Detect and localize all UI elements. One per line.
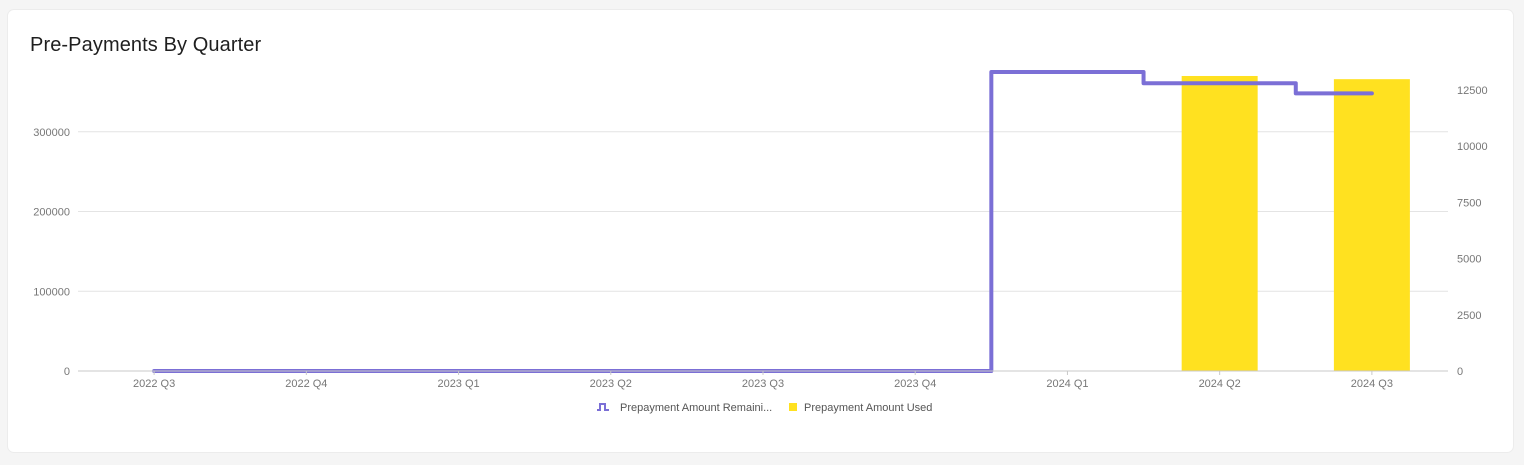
bar-prepayment-used[interactable] (1333, 79, 1410, 372)
y-right-tick-label: 10000 (1457, 141, 1488, 153)
y-left-tick-label: 300000 (33, 127, 70, 139)
legend-layer: Prepayment Amount Remaini... Prepayment A… (597, 402, 932, 414)
x-tick-label: 2024 Q2 (1199, 378, 1241, 390)
bar-prepayment-used[interactable] (1181, 75, 1258, 371)
axis-layer: 0 100000 200000 300000 0 2500 5000 7500 10000 125… (33, 85, 1487, 390)
y-right-tick-label: 0 (1457, 366, 1463, 378)
y-right-tick-label: 5000 (1457, 254, 1481, 266)
y-right-tick-label: 7500 (1457, 197, 1481, 209)
x-tick-label: 2022 Q3 (133, 378, 175, 390)
y-right-tick-label: 2500 (1457, 310, 1481, 322)
x-tick-label: 2024 Q1 (1046, 378, 1088, 390)
legend-item-used[interactable]: Prepayment Amount Used (789, 402, 932, 414)
bar-layer (1181, 75, 1410, 372)
legend-square-icon (789, 403, 797, 411)
y-left-tick-label: 200000 (33, 207, 70, 219)
legend-item-remaining[interactable]: Prepayment Amount Remaini... (597, 402, 772, 414)
x-tick-label: 2023 Q3 (742, 378, 784, 390)
x-tick-label: 2024 Q3 (1351, 378, 1393, 390)
legend-label: Prepayment Amount Used (804, 402, 932, 414)
legend-label: Prepayment Amount Remaini... (620, 402, 772, 414)
chart-svg: 0 100000 200000 300000 0 2500 5000 7500 10000 125… (33, 70, 1488, 414)
x-tick-label: 2022 Q4 (285, 378, 327, 390)
x-tick-label: 2023 Q4 (894, 378, 936, 390)
x-tick-label: 2023 Q1 (437, 378, 479, 390)
y-left-tick-label: 0 (64, 366, 70, 378)
x-tick-label: 2023 Q2 (590, 378, 632, 390)
y-right-tick-label: 12500 (1457, 85, 1488, 97)
legend-step-icon (597, 403, 609, 411)
y-left-tick-label: 100000 (33, 286, 70, 298)
